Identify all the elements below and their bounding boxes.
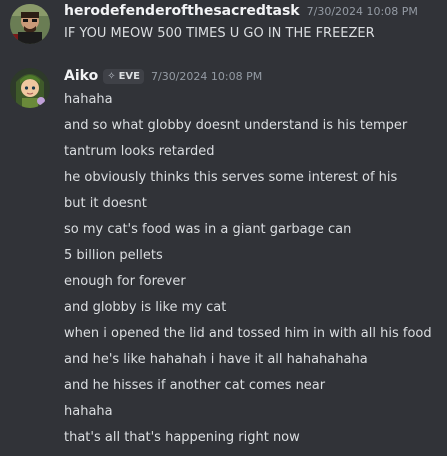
guild-tag[interactable]: ✧ EVE xyxy=(103,68,144,84)
message-line: hahaha xyxy=(64,92,113,107)
avatar[interactable] xyxy=(10,4,50,44)
timestamp[interactable]: 7/30/2024 10:08 PM xyxy=(307,5,418,18)
message-line: 5 billion pellets xyxy=(64,248,163,263)
username[interactable]: Aiko xyxy=(64,68,98,84)
message-line: tantrum looks retarded xyxy=(64,144,215,159)
message-header: herodefenderofthesacredtask 7/30/2024 10… xyxy=(64,3,418,19)
username[interactable]: herodefenderofthesacredtask xyxy=(64,3,300,19)
sparkle-icon: ✧ xyxy=(107,70,116,82)
message-line: hahaha xyxy=(64,404,113,419)
message-line: when i opened the lid and tossed him in … xyxy=(64,326,432,341)
message-line: and so what globby doesnt understand is … xyxy=(64,118,408,133)
message-line: and he's like hahahah i have it all haha… xyxy=(64,352,368,367)
message-line: but it doesnt xyxy=(64,196,147,211)
message-line: IF YOU MEOW 500 TIMES U GO IN THE FREEZE… xyxy=(64,26,375,41)
message-line: that's all that's happening right now xyxy=(64,430,300,445)
timestamp[interactable]: 7/30/2024 10:08 PM xyxy=(151,70,262,83)
message-line: and globby is like my cat xyxy=(64,300,227,315)
message-line: so my cat's food was in a giant garbage … xyxy=(64,222,352,237)
avatar[interactable] xyxy=(10,68,50,108)
message-header: Aiko ✧ EVE 7/30/2024 10:08 PM xyxy=(64,68,262,84)
message-line: and he hisses if another cat comes near xyxy=(64,378,326,393)
message-line: enough for forever xyxy=(64,274,186,289)
guild-tag-label: EVE xyxy=(118,70,140,82)
message-line: he obviously thinks this serves some int… xyxy=(64,170,398,185)
